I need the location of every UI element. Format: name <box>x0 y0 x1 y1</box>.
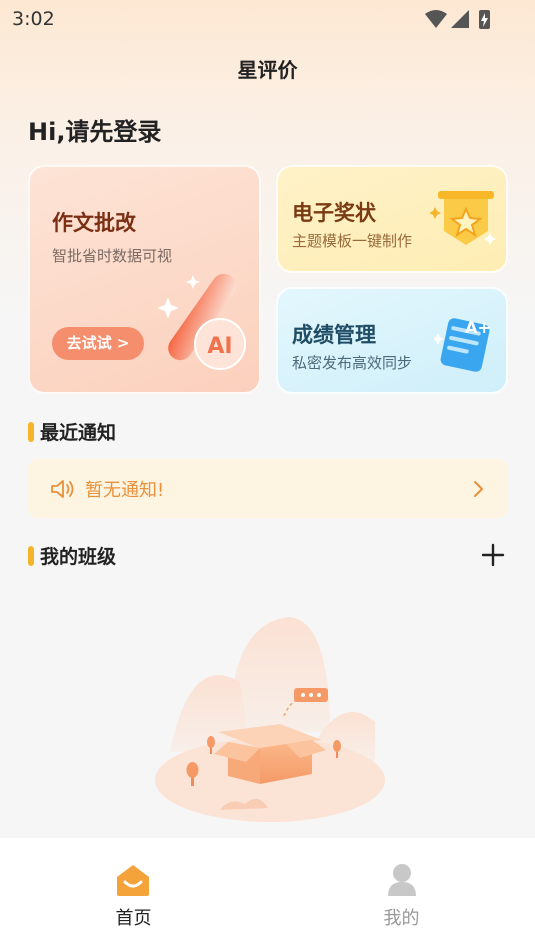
tab-home-label: 首页 <box>115 908 152 929</box>
notices-section-title: 最近通知 <box>40 422 117 444</box>
e-certificate-card[interactable]: 电子奖状 主题模板一键制作 <box>276 165 508 273</box>
essay-correction-card[interactable]: 作文批改 智批省时数据可视 去试试 > AI <box>28 165 261 394</box>
add-class-icon[interactable] <box>481 543 505 567</box>
a-plus-badge: A+ <box>465 318 491 337</box>
classes-section-title: 我的班级 <box>40 546 117 568</box>
tab-mine[interactable]: 我的 <box>268 838 535 951</box>
signal-icon <box>451 10 469 28</box>
chevron-right-icon <box>474 481 483 497</box>
essay-card-title: 作文批改 <box>52 211 136 235</box>
grade-management-card[interactable]: 成绩管理 私密发布高效同步 A+ <box>276 287 508 394</box>
bottom-tab-bar: 首页 我的 <box>0 838 535 951</box>
notices-section-marker <box>28 422 34 442</box>
award-card-subtitle: 主题模板一键制作 <box>292 232 413 250</box>
wifi-icon <box>425 10 447 28</box>
login-prompt[interactable]: Hi,请先登录 <box>28 112 161 147</box>
status-time: 3:02 <box>12 8 55 30</box>
grade-card-subtitle: 私密发布高效同步 <box>292 354 413 372</box>
status-icons <box>425 10 490 29</box>
status-bar: 3:02 <box>0 0 535 38</box>
user-icon <box>388 864 416 896</box>
ai-pen-icon: AI <box>157 273 246 370</box>
essay-card-subtitle: 智批省时数据可视 <box>52 247 173 265</box>
ai-badge: AI <box>207 334 232 359</box>
empty-box-illustration <box>155 617 385 822</box>
home-icon <box>117 865 149 896</box>
tab-home[interactable]: 首页 <box>0 838 267 951</box>
try-button[interactable]: 去试试 > <box>52 327 144 360</box>
speaker-icon <box>51 480 74 498</box>
tab-mine-label: 我的 <box>383 908 420 929</box>
notice-bar[interactable]: 暂无通知! <box>28 459 508 518</box>
page-title: 星评价 <box>237 58 298 82</box>
classes-section-marker <box>28 546 34 566</box>
award-medal-icon <box>430 191 496 245</box>
notice-empty-text: 暂无通知! <box>85 480 165 501</box>
award-card-title: 电子奖状 <box>292 201 376 225</box>
grade-paper-icon: A+ <box>434 318 491 372</box>
grade-card-title: 成绩管理 <box>292 323 376 347</box>
